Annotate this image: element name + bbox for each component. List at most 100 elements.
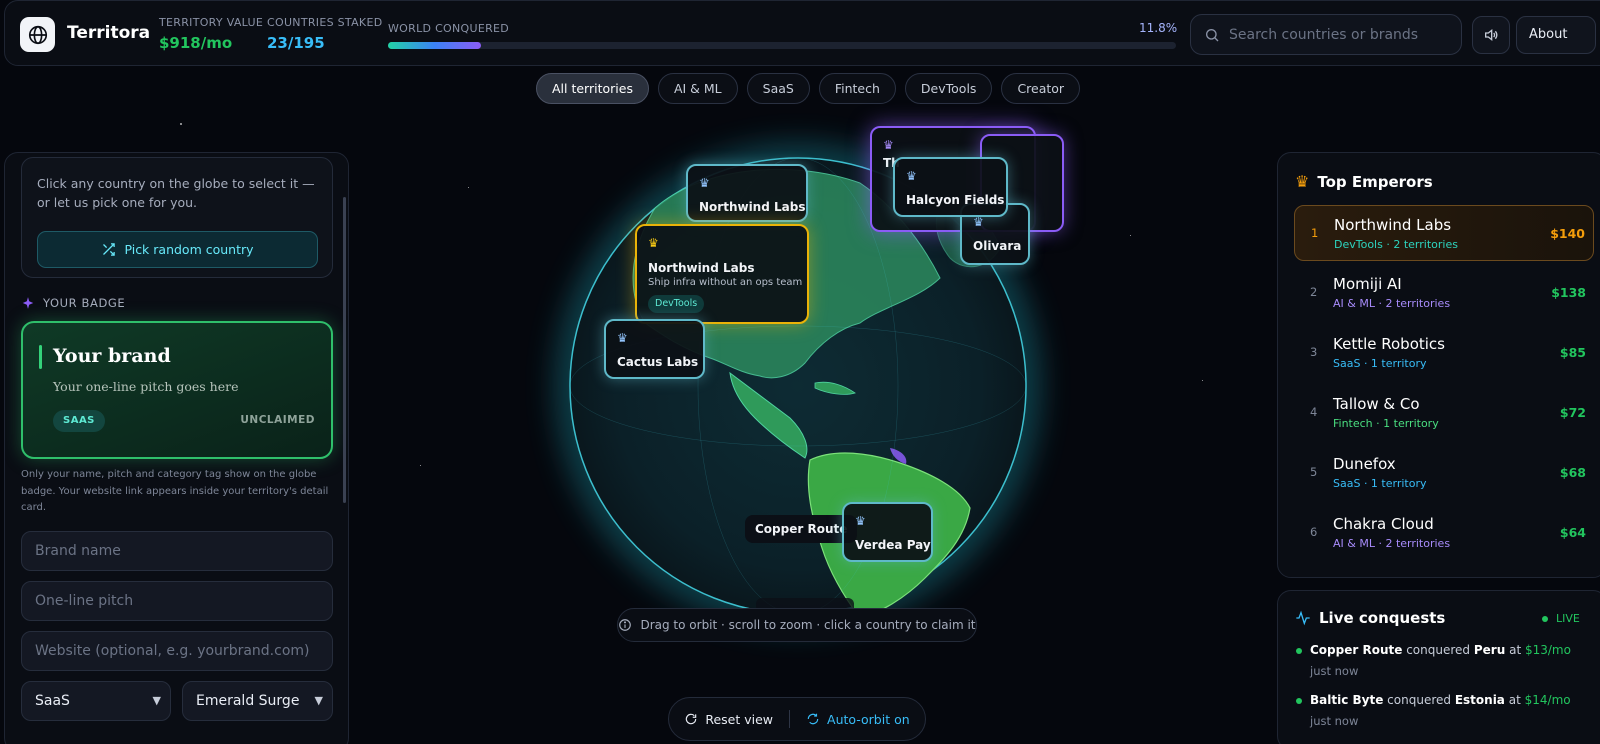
- chevron-down-icon: ▼: [314, 694, 323, 707]
- conquest-amount: $14/mo: [1524, 693, 1571, 707]
- top-bar: Territora TERRITORY VALUE $918/mo COUNTR…: [4, 0, 1600, 66]
- brand-name-input[interactable]: [21, 531, 333, 571]
- emperor-rank: 4: [1310, 405, 1318, 419]
- globe-badge-verdea[interactable]: ♛ Verdea Pay: [842, 502, 933, 562]
- conquest-verb: conquered: [1387, 693, 1451, 707]
- emperor-name: Northwind Labs: [1334, 216, 1452, 234]
- emperor-name: Kettle Robotics: [1333, 335, 1445, 353]
- star: [420, 465, 421, 466]
- countries-staked: 23/195: [267, 34, 325, 52]
- search-icon: [1206, 29, 1219, 42]
- emperor-amount: $138: [1551, 285, 1586, 300]
- globe-badge-northwind-featured-name: Northwind Labs: [648, 261, 755, 275]
- emperor-sub: DevTools · 2 territories: [1334, 238, 1458, 251]
- star: [180, 123, 182, 125]
- panel-scrollbar[interactable]: [343, 197, 346, 503]
- globe[interactable]: ♛ Th ♛ Olivara ♛ Halcyon Fields ♛ Northw…: [554, 126, 1064, 630]
- globe-label-copper-route[interactable]: Copper Route: [745, 515, 858, 543]
- chevron-down-icon: ▼: [152, 694, 161, 707]
- conquest-at: at: [1509, 643, 1522, 657]
- globe-badge-northwind-featured-pitch: Ship infra without an ops team: [648, 277, 803, 288]
- theme-select[interactable]: Emerald Surge ▼: [182, 681, 333, 721]
- badge-accent-bar: [39, 345, 42, 369]
- claim-panel: Click any country on the globe to select…: [4, 152, 349, 744]
- conquest-brand: Baltic Byte: [1310, 693, 1384, 707]
- world-conquered-percent: 11.8%: [1139, 21, 1178, 35]
- intro-card: Click any country on the globe to select…: [21, 157, 333, 278]
- globe-badge-halcyon[interactable]: ♛ Halcyon Fields: [893, 157, 1008, 217]
- tab-all-territories[interactable]: All territories: [536, 73, 649, 104]
- refresh-icon: [686, 713, 697, 725]
- tab-saas[interactable]: SaaS: [746, 73, 810, 104]
- badge-note: Only your name, pitch and category tag s…: [21, 469, 329, 513]
- emperor-sub: SaaS · 1 territory: [1333, 357, 1427, 370]
- emperor-rank: 3: [1310, 345, 1318, 359]
- tab-fintech[interactable]: Fintech: [818, 73, 896, 104]
- globe-badge-northwind-small[interactable]: ♛ Northwind Labs: [686, 164, 808, 222]
- emperor-row[interactable]: 6 Chakra Cloud AI & ML · 2 territories $64: [1294, 505, 1594, 561]
- crown-icon: ♛: [617, 331, 628, 345]
- conquest-time: just now: [1310, 664, 1359, 678]
- top-emperors-panel: ♛ Top Emperors 1 Northwind Labs DevTools ·…: [1277, 152, 1600, 578]
- theme-select-value: Emerald Surge: [196, 693, 300, 709]
- pick-random-country-button[interactable]: Pick random country: [37, 231, 318, 268]
- about-button[interactable]: About: [1516, 16, 1596, 54]
- conquest-verb: conquered: [1406, 643, 1471, 657]
- conquest-time: just now: [1310, 714, 1359, 728]
- globe-badge-northwind-small-name: Northwind Labs: [699, 200, 806, 214]
- app-logo[interactable]: [20, 17, 55, 52]
- star: [468, 187, 469, 188]
- emperor-sub: Fintech · 1 territory: [1333, 417, 1439, 430]
- crown-icon: ♛: [1295, 172, 1310, 191]
- live-indicator: LIVE: [1542, 612, 1580, 625]
- shuffle-icon: [103, 243, 116, 256]
- tab-creator[interactable]: Creator: [1001, 73, 1081, 104]
- tab-ai-ml[interactable]: AI & ML: [657, 73, 738, 104]
- badge-pitch: Your one-line pitch goes here: [53, 379, 239, 394]
- world-conquered-progress: [388, 42, 1176, 49]
- reset-view-button[interactable]: Reset view: [684, 712, 773, 727]
- category-select-value: SaaS: [35, 693, 70, 709]
- search-input[interactable]: [1229, 15, 1454, 54]
- emperor-row[interactable]: 2 Momiji AI AI & ML · 2 territories $138: [1294, 265, 1594, 321]
- territory-value-label: TERRITORY VALUE: [159, 16, 264, 29]
- emperor-sub: SaaS · 1 territory: [1333, 477, 1427, 490]
- emperor-row[interactable]: 1 Northwind Labs DevTools · 2 territories $…: [1294, 205, 1594, 261]
- globe-badge-northwind-featured[interactable]: ♛ Northwind Labs Ship infra without an o…: [635, 224, 809, 324]
- emperor-name: Dunefox: [1333, 455, 1396, 473]
- tab-devtools[interactable]: DevTools: [904, 73, 993, 104]
- globe-badge-verdea-name: Verdea Pay: [855, 538, 931, 552]
- emperor-sub: AI & ML · 2 territories: [1333, 537, 1451, 550]
- auto-orbit-toggle[interactable]: Auto-orbit on: [806, 712, 910, 727]
- status-dot: [1296, 647, 1302, 654]
- conquest-item[interactable]: Baltic Byte conquered Estonia at $14/mo: [1296, 693, 1571, 707]
- search-box[interactable]: [1190, 14, 1462, 55]
- emperor-row[interactable]: 4 Tallow & Co Fintech · 1 territory $72: [1294, 385, 1594, 441]
- conquest-country: Peru: [1473, 643, 1506, 657]
- website-input[interactable]: [21, 631, 333, 671]
- badge-preview: Your brand Your one-line pitch goes here…: [21, 321, 333, 459]
- crown-icon: ♛: [648, 236, 659, 250]
- emperor-amount: $68: [1559, 465, 1586, 480]
- globe-badge-olivara-name: Olivara: [973, 239, 1022, 253]
- crown-icon: ♛: [973, 215, 984, 229]
- emperor-name: Momiji AI: [1333, 275, 1402, 293]
- globe-badge-cactus[interactable]: ♛ Cactus Labs: [604, 319, 705, 379]
- conquest-at: at: [1508, 693, 1521, 707]
- sound-toggle-button[interactable]: [1472, 16, 1510, 54]
- emperor-rank: 5: [1310, 465, 1318, 479]
- progress-fill: [388, 42, 481, 49]
- top-emperors-heading: ♛ Top Emperors: [1295, 172, 1433, 191]
- globe-controls: Reset view Auto-orbit on: [668, 697, 926, 741]
- sparkle-icon: [22, 297, 34, 309]
- conquest-item[interactable]: Copper Route conquered Peru at $13/mo: [1296, 643, 1571, 657]
- emperor-rank: 6: [1310, 525, 1318, 539]
- app-name: Territora: [67, 23, 151, 43]
- emperor-row[interactable]: 3 Kettle Robotics SaaS · 1 territory $85: [1294, 325, 1594, 381]
- pitch-input[interactable]: [21, 581, 333, 621]
- globe-badge-cactus-name: Cactus Labs: [617, 355, 699, 369]
- countries-staked-label: COUNTRIES STAKED: [267, 16, 383, 29]
- category-select[interactable]: SaaS ▼: [21, 681, 171, 721]
- emperor-row[interactable]: 5 Dunefox SaaS · 1 territory $68: [1294, 445, 1594, 501]
- emperor-amount: $85: [1559, 345, 1586, 360]
